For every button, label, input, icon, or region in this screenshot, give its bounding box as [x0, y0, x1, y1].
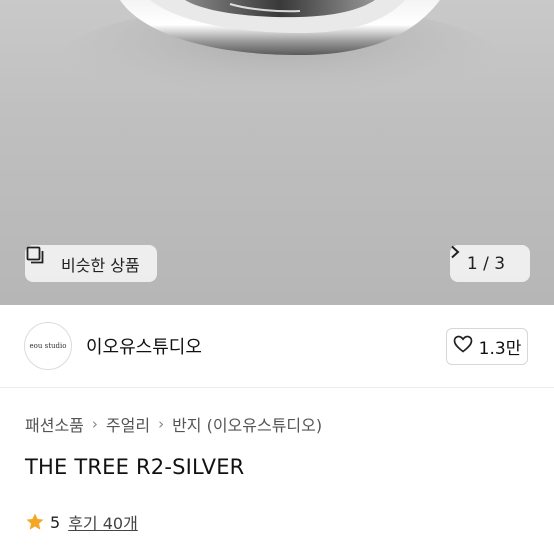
star-icon: [25, 512, 45, 532]
chevron-right-icon: ›: [158, 415, 165, 433]
similar-products-button[interactable]: 비슷한 상품: [25, 245, 157, 282]
pager-text: 1 / 3: [467, 254, 505, 274]
like-count: 1.3만: [478, 339, 522, 359]
seller-avatar[interactable]: eou studio: [24, 322, 72, 370]
breadcrumb-item-jewelry[interactable]: 주얼리: [106, 412, 150, 436]
reviews-link[interactable]: 후기 40개: [68, 510, 138, 534]
breadcrumb-item-fashion[interactable]: 패션소품: [25, 412, 84, 436]
chevron-right-icon: ›: [91, 415, 98, 433]
rating-value: 5: [50, 512, 61, 532]
pager-total: 3: [494, 253, 506, 274]
similar-items-icon: [26, 246, 55, 274]
breadcrumb: 패션소품 › 주얼리 › 반지 (이오유스튜디오): [25, 412, 322, 436]
seller-name[interactable]: 이오유스튜디오: [86, 333, 202, 359]
product-image[interactable]: 비슷한 상품 1 / 3: [0, 0, 554, 305]
pager-current: 1: [466, 253, 478, 274]
product-title: THE TREE R2-SILVER: [25, 455, 245, 479]
rating-row: 5 후기 40개: [25, 510, 138, 534]
like-button[interactable]: 1.3만: [446, 328, 528, 365]
similar-products-label: 비슷한 상품: [61, 255, 140, 275]
image-pager[interactable]: 1 / 3: [450, 245, 530, 282]
breadcrumb-item-ring[interactable]: 반지 (이오유스튜디오): [172, 412, 322, 436]
divider: [0, 387, 554, 388]
avatar-logo-text: eou studio: [29, 342, 67, 350]
pager-separator: /: [483, 253, 489, 274]
heart-icon: [453, 335, 473, 358]
